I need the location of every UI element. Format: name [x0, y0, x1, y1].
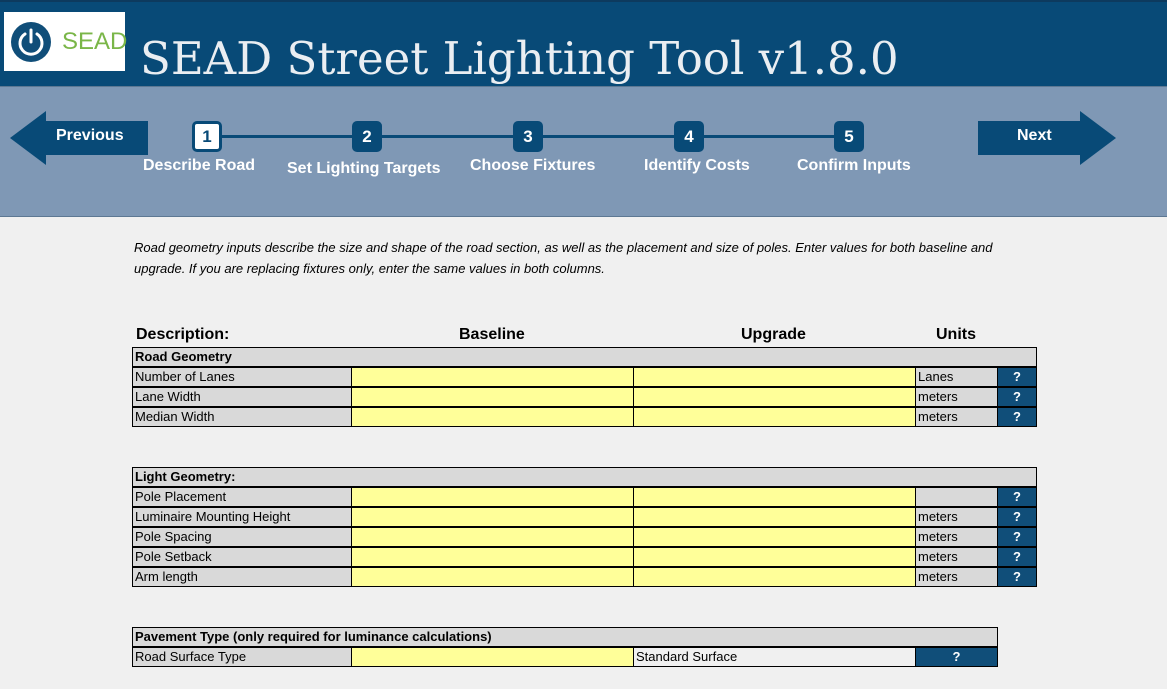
row-label: Median Width [132, 407, 352, 427]
intro-text: Road geometry inputs describe the size a… [134, 240, 993, 276]
upgrade-input[interactable] [633, 407, 916, 427]
road-surface-input[interactable] [351, 647, 634, 667]
upgrade-input[interactable] [633, 487, 916, 507]
unit-label: meters [915, 547, 998, 567]
help-button[interactable]: ? [997, 367, 1037, 387]
baseline-input[interactable] [351, 547, 634, 567]
row-label: Lane Width [132, 387, 352, 407]
unit-label: meters [915, 387, 998, 407]
step-1-button[interactable]: 1 [192, 121, 222, 152]
step-4-button[interactable]: 4 [674, 121, 704, 152]
next-button[interactable]: Next [978, 111, 1116, 165]
help-button[interactable]: ? [997, 547, 1037, 567]
section-pavement-type: Pavement Type (only required for luminan… [132, 627, 998, 647]
upgrade-input[interactable] [633, 367, 916, 387]
previous-button[interactable]: Previous [10, 111, 148, 165]
sead-tool-page: SEAD SEAD Street Lighting Tool v1.8.0 Pr… [0, 0, 1167, 689]
unit-label: meters [915, 507, 998, 527]
app-header: SEAD SEAD Street Lighting Tool v1.8.0 [0, 0, 1167, 86]
help-button[interactable]: ? [997, 407, 1037, 427]
row-label: Number of Lanes [132, 367, 352, 387]
upgrade-input[interactable] [633, 547, 916, 567]
road-surface-value: Standard Surface [633, 647, 916, 667]
power-icon [11, 22, 51, 62]
unit-label: meters [915, 407, 998, 427]
column-header-baseline: Baseline [459, 326, 525, 343]
help-button[interactable]: ? [997, 387, 1037, 407]
unit-label: Lanes [915, 367, 998, 387]
app-title: SEAD Street Lighting Tool v1.8.0 [140, 32, 899, 85]
baseline-input[interactable] [351, 527, 634, 547]
row-label: Pole Setback [132, 547, 352, 567]
step-3-label[interactable]: Choose Fixtures [470, 157, 595, 175]
help-button[interactable]: ? [997, 567, 1037, 587]
previous-label: Previous [56, 127, 124, 144]
column-header-upgrade: Upgrade [741, 326, 806, 343]
baseline-input[interactable] [351, 407, 634, 427]
column-header-units: Units [936, 326, 976, 343]
logo-text: SEAD [62, 28, 128, 55]
row-label: Luminaire Mounting Height [132, 507, 352, 527]
step-5-button[interactable]: 5 [834, 121, 864, 152]
row-label: Arm length [132, 567, 352, 587]
upgrade-input[interactable] [633, 387, 916, 407]
baseline-input[interactable] [351, 567, 634, 587]
upgrade-input[interactable] [633, 507, 916, 527]
unit-label: meters [915, 567, 998, 587]
baseline-input[interactable] [351, 487, 634, 507]
step-2-label[interactable]: Set Lighting Targets [287, 160, 440, 178]
help-button[interactable]: ? [997, 527, 1037, 547]
unit-label: meters [915, 527, 998, 547]
next-label: Next [1017, 127, 1052, 144]
row-label: Pole Placement [132, 487, 352, 507]
column-header-description: Description: [136, 326, 230, 343]
baseline-input[interactable] [351, 387, 634, 407]
row-label: Road Surface Type [132, 647, 352, 667]
help-button[interactable]: ? [997, 487, 1037, 507]
baseline-input[interactable] [351, 367, 634, 387]
help-button[interactable]: ? [915, 647, 998, 667]
step-2-button[interactable]: 2 [352, 121, 382, 152]
sead-logo: SEAD [4, 12, 128, 71]
step-5-label[interactable]: Confirm Inputs [797, 157, 911, 175]
section-road-geometry: Road Geometry [132, 347, 1037, 367]
step-4-label[interactable]: Identify Costs [644, 157, 750, 175]
section-light-geometry: Light Geometry: [132, 467, 1037, 487]
upgrade-input[interactable] [633, 527, 916, 547]
unit-label [915, 487, 998, 507]
step-1-label[interactable]: Describe Road [143, 157, 255, 175]
step-3-button[interactable]: 3 [513, 121, 543, 152]
row-label: Pole Spacing [132, 527, 352, 547]
upgrade-input[interactable] [633, 567, 916, 587]
baseline-input[interactable] [351, 507, 634, 527]
help-button[interactable]: ? [997, 507, 1037, 527]
